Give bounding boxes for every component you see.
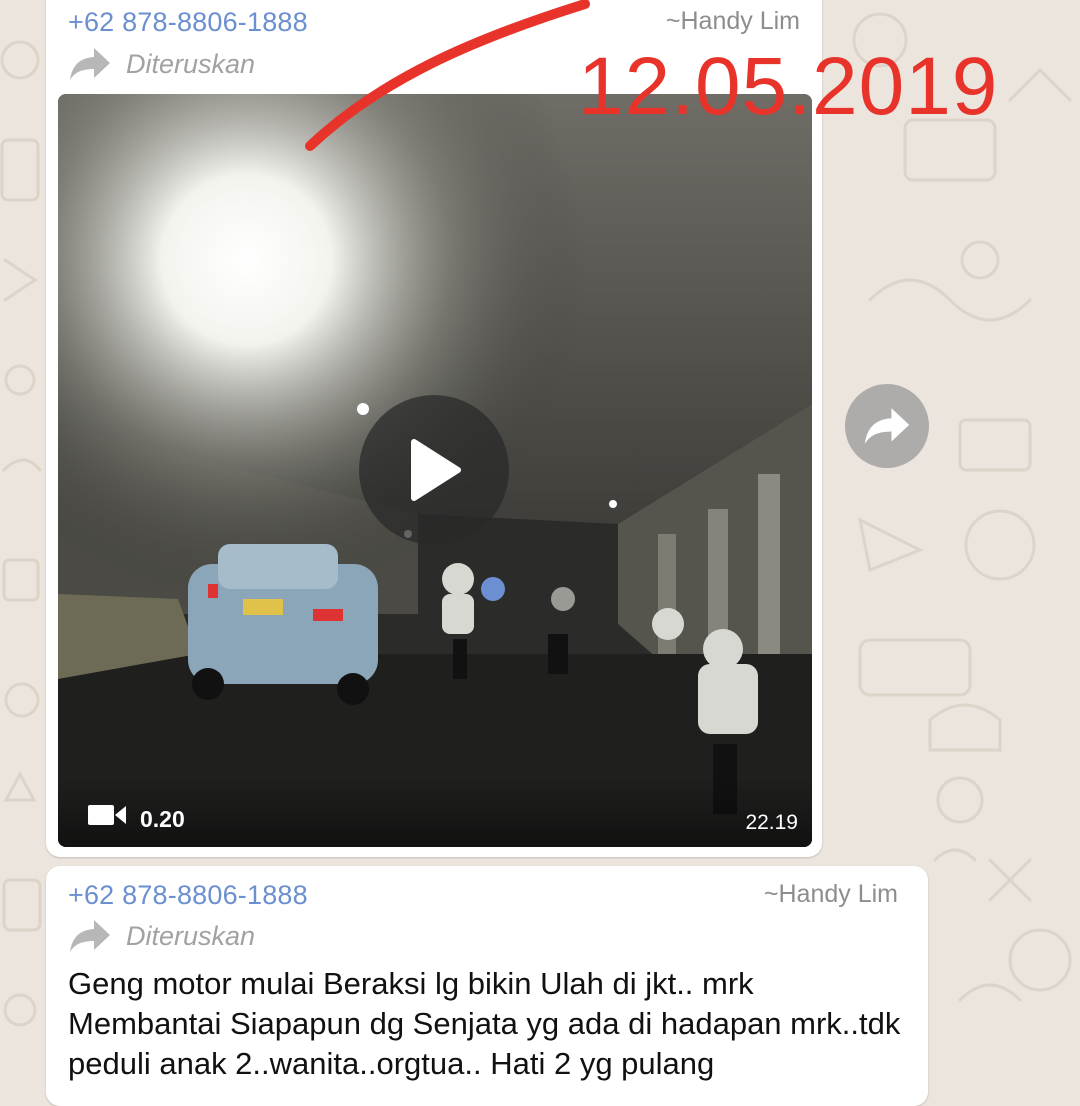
share-forward-icon — [864, 408, 910, 444]
sender-push-name: ~Handy Lim — [763, 880, 898, 908]
play-icon — [411, 439, 461, 501]
date-stamp-overlay: 12.05.2019 — [578, 41, 999, 132]
forward-arrow-icon — [70, 920, 110, 952]
video-duration: 0.20 — [140, 806, 185, 832]
sender-number[interactable]: +62 878-8806-1888 — [68, 880, 308, 911]
video-camera-icon — [88, 805, 126, 825]
message-body-text: Geng motor mulai Beraksi lg bikin Ulah d… — [68, 966, 901, 1081]
forwarded-label: Diteruskan — [126, 920, 256, 951]
share-forward-button[interactable] — [845, 384, 929, 468]
forwarded-indicator: Diteruskan — [68, 918, 255, 954]
message-time: 22.19 — [745, 811, 798, 834]
play-video-button[interactable] — [359, 395, 509, 545]
video-info-bar: 0.20 22.19 — [58, 777, 812, 847]
message-bubble-text[interactable]: +62 878-8806-1888 ~Handy Lim Diteruskan … — [46, 866, 928, 1106]
video-thumbnail[interactable]: 0.20 22.19 — [58, 94, 812, 847]
